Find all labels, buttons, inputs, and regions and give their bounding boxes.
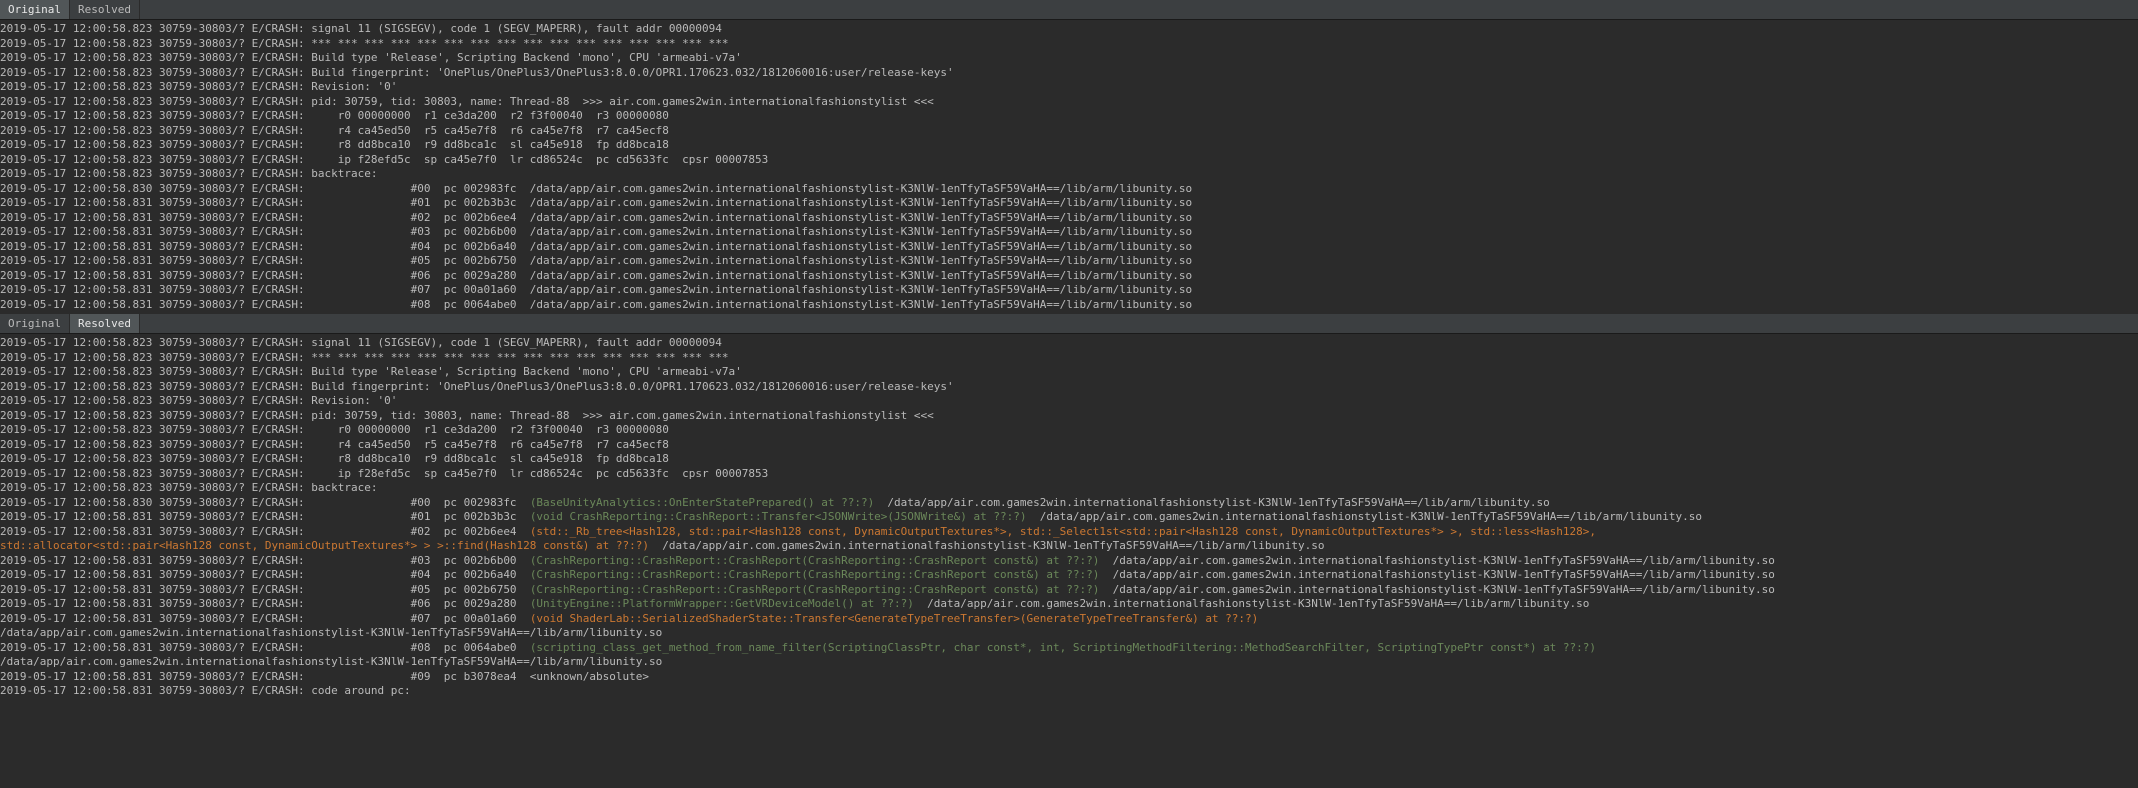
log-line: 2019-05-17 12:00:58.823 30759-30803/? E/… bbox=[0, 467, 2138, 482]
log-line: 2019-05-17 12:00:58.823 30759-30803/? E/… bbox=[0, 394, 2138, 409]
log-line: 2019-05-17 12:00:58.831 30759-30803/? E/… bbox=[0, 283, 2138, 298]
tab-original-bottom[interactable]: Original bbox=[0, 314, 70, 333]
log-line: 2019-05-17 12:00:58.831 30759-30803/? E/… bbox=[0, 510, 2138, 525]
log-line: /data/app/air.com.games2win.internationa… bbox=[0, 655, 2138, 670]
log-line: 2019-05-17 12:00:58.831 30759-30803/? E/… bbox=[0, 196, 2138, 211]
tab-resolved-bottom[interactable]: Resolved bbox=[70, 314, 140, 333]
log-pane-top: Original Resolved 2019-05-17 12:00:58.82… bbox=[0, 0, 2138, 314]
log-line: 2019-05-17 12:00:58.823 30759-30803/? E/… bbox=[0, 124, 2138, 139]
tab-original-top[interactable]: Original bbox=[0, 0, 70, 19]
log-line: 2019-05-17 12:00:58.831 30759-30803/? E/… bbox=[0, 641, 2138, 656]
log-line: 2019-05-17 12:00:58.823 30759-30803/? E/… bbox=[0, 438, 2138, 453]
log-line: 2019-05-17 12:00:58.831 30759-30803/? E/… bbox=[0, 240, 2138, 255]
log-line: 2019-05-17 12:00:58.823 30759-30803/? E/… bbox=[0, 109, 2138, 124]
log-line: /data/app/air.com.games2win.internationa… bbox=[0, 626, 2138, 641]
log-line: 2019-05-17 12:00:58.823 30759-30803/? E/… bbox=[0, 66, 2138, 81]
log-line: 2019-05-17 12:00:58.831 30759-30803/? E/… bbox=[0, 254, 2138, 269]
log-line: 2019-05-17 12:00:58.823 30759-30803/? E/… bbox=[0, 138, 2138, 153]
log-line: 2019-05-17 12:00:58.830 30759-30803/? E/… bbox=[0, 496, 2138, 511]
log-line: std::allocator<std::pair<Hash128 const, … bbox=[0, 539, 2138, 554]
log-line: 2019-05-17 12:00:58.831 30759-30803/? E/… bbox=[0, 670, 2138, 685]
log-line: 2019-05-17 12:00:58.823 30759-30803/? E/… bbox=[0, 380, 2138, 395]
log-line: 2019-05-17 12:00:58.831 30759-30803/? E/… bbox=[0, 597, 2138, 612]
log-line: 2019-05-17 12:00:58.830 30759-30803/? E/… bbox=[0, 182, 2138, 197]
log-line: 2019-05-17 12:00:58.823 30759-30803/? E/… bbox=[0, 365, 2138, 380]
log-line: 2019-05-17 12:00:58.823 30759-30803/? E/… bbox=[0, 423, 2138, 438]
log-line: 2019-05-17 12:00:58.823 30759-30803/? E/… bbox=[0, 22, 2138, 37]
log-line: 2019-05-17 12:00:58.823 30759-30803/? E/… bbox=[0, 452, 2138, 467]
log-line: 2019-05-17 12:00:58.831 30759-30803/? E/… bbox=[0, 568, 2138, 583]
log-line: 2019-05-17 12:00:58.823 30759-30803/? E/… bbox=[0, 80, 2138, 95]
log-line: 2019-05-17 12:00:58.831 30759-30803/? E/… bbox=[0, 684, 2138, 699]
log-line: 2019-05-17 12:00:58.831 30759-30803/? E/… bbox=[0, 612, 2138, 627]
log-line: 2019-05-17 12:00:58.823 30759-30803/? E/… bbox=[0, 481, 2138, 496]
tab-bar-top: Original Resolved bbox=[0, 0, 2138, 20]
log-line: 2019-05-17 12:00:58.823 30759-30803/? E/… bbox=[0, 95, 2138, 110]
log-area-top[interactable]: 2019-05-17 12:00:58.823 30759-30803/? E/… bbox=[0, 20, 2138, 314]
log-line: 2019-05-17 12:00:58.823 30759-30803/? E/… bbox=[0, 409, 2138, 424]
log-area-bottom[interactable]: 2019-05-17 12:00:58.823 30759-30803/? E/… bbox=[0, 334, 2138, 701]
tab-bar-bottom: Original Resolved bbox=[0, 314, 2138, 334]
log-line: 2019-05-17 12:00:58.823 30759-30803/? E/… bbox=[0, 37, 2138, 52]
log-line: 2019-05-17 12:00:58.823 30759-30803/? E/… bbox=[0, 167, 2138, 182]
log-line: 2019-05-17 12:00:58.831 30759-30803/? E/… bbox=[0, 583, 2138, 598]
log-line: 2019-05-17 12:00:58.823 30759-30803/? E/… bbox=[0, 153, 2138, 168]
log-line: 2019-05-17 12:00:58.831 30759-30803/? E/… bbox=[0, 211, 2138, 226]
log-line: 2019-05-17 12:00:58.831 30759-30803/? E/… bbox=[0, 225, 2138, 240]
log-line: 2019-05-17 12:00:58.831 30759-30803/? E/… bbox=[0, 525, 2138, 540]
log-line: 2019-05-17 12:00:58.823 30759-30803/? E/… bbox=[0, 336, 2138, 351]
log-line: 2019-05-17 12:00:58.823 30759-30803/? E/… bbox=[0, 51, 2138, 66]
log-line: 2019-05-17 12:00:58.823 30759-30803/? E/… bbox=[0, 351, 2138, 366]
log-line: 2019-05-17 12:00:58.831 30759-30803/? E/… bbox=[0, 554, 2138, 569]
log-pane-bottom: Original Resolved 2019-05-17 12:00:58.82… bbox=[0, 314, 2138, 701]
log-line: 2019-05-17 12:00:58.831 30759-30803/? E/… bbox=[0, 269, 2138, 284]
tab-resolved-top[interactable]: Resolved bbox=[70, 0, 140, 19]
log-line: 2019-05-17 12:00:58.831 30759-30803/? E/… bbox=[0, 298, 2138, 313]
